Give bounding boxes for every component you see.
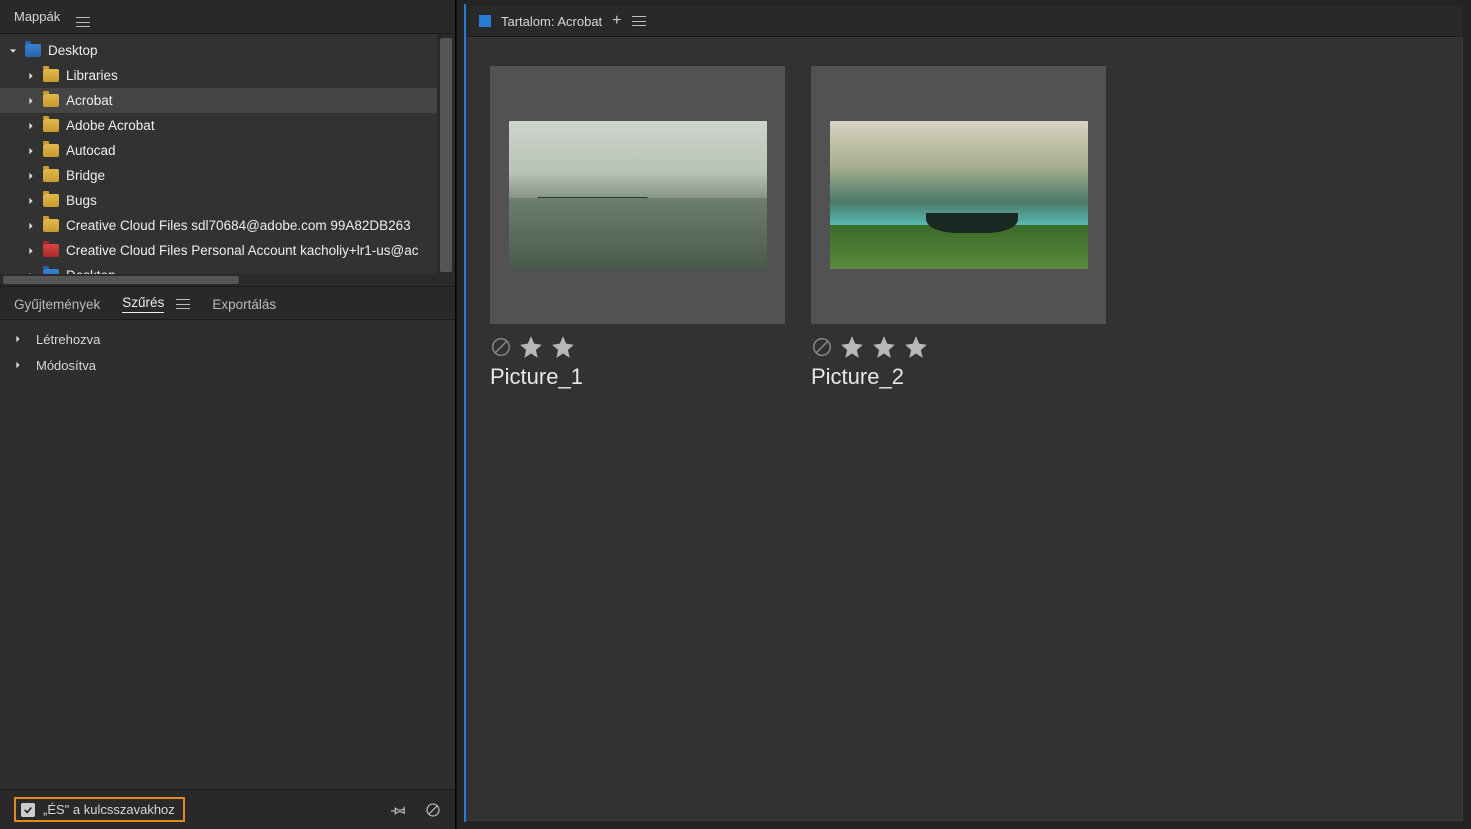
tree-label: Desktop — [48, 43, 98, 58]
reject-icon[interactable] — [811, 336, 833, 358]
filter-menu-icon[interactable] — [176, 299, 190, 309]
filter-panel: Létrehozva Módosítva — [0, 320, 455, 789]
rating-row[interactable] — [490, 334, 785, 360]
chevron-right-icon[interactable] — [26, 96, 36, 106]
chevron-right-icon[interactable] — [26, 121, 36, 131]
tree-row[interactable]: Creative Cloud Files Personal Account ka… — [0, 238, 455, 263]
thumbnail-card[interactable]: Picture_2 — [811, 66, 1106, 390]
thumbnail-caption[interactable]: Picture_1 — [490, 364, 785, 390]
reject-icon[interactable] — [490, 336, 512, 358]
tree-label: Creative Cloud Files Personal Account ka… — [66, 243, 419, 258]
checkbox-checked-icon[interactable] — [21, 803, 35, 817]
tree-row-selected[interactable]: Acrobat — [0, 88, 455, 113]
tree-label: Bridge — [66, 168, 105, 183]
pin-icon[interactable] — [391, 802, 407, 818]
content-panel-header: Tartalom: Acrobat + — [465, 6, 1463, 37]
tree-label: Libraries — [66, 68, 118, 83]
chevron-right-icon[interactable] — [26, 146, 36, 156]
content-grid[interactable]: Picture_1 Picture_2 — [465, 37, 1463, 821]
chevron-right-icon[interactable] — [26, 246, 36, 256]
tree-row[interactable]: Bridge — [0, 163, 455, 188]
tree-label: Autocad — [66, 143, 116, 158]
folder-icon — [43, 69, 59, 82]
thumbnail-caption[interactable]: Picture_2 — [811, 364, 1106, 390]
star-icon[interactable] — [903, 334, 929, 360]
filter-row-modified[interactable]: Módosítva — [8, 352, 447, 378]
tab-export[interactable]: Exportálás — [212, 297, 276, 312]
add-tab-icon[interactable]: + — [612, 12, 621, 30]
folder-icon — [43, 194, 59, 207]
folder-icon — [25, 44, 41, 57]
folders-panel-header: Mappák — [0, 0, 455, 34]
folder-icon — [43, 169, 59, 182]
tree-label: Creative Cloud Files sdl70684@adobe.com … — [66, 218, 411, 233]
tab-filter[interactable]: Szűrés — [122, 295, 164, 313]
cancel-icon[interactable] — [425, 802, 441, 818]
rating-row[interactable] — [811, 334, 1106, 360]
tree-row-desktop[interactable]: Desktop — [0, 38, 455, 63]
chevron-right-icon[interactable] — [26, 221, 36, 231]
star-icon[interactable] — [839, 334, 865, 360]
folder-icon — [43, 144, 59, 157]
tree-row[interactable]: Bugs — [0, 188, 455, 213]
filter-row-created[interactable]: Létrehozva — [8, 326, 447, 352]
tree-row[interactable]: Creative Cloud Files sdl70684@adobe.com … — [0, 213, 455, 238]
chevron-down-icon[interactable] — [8, 46, 18, 56]
chevron-right-icon[interactable] — [26, 171, 36, 181]
tree-label: Adobe Acrobat — [66, 118, 155, 133]
left-mid-tabs: Gyűjtemények Szűrés Exportálás — [0, 286, 455, 320]
folder-icon — [43, 219, 59, 232]
active-panel-indicator-icon — [479, 15, 491, 27]
and-keywords-label: „ÉS" a kulcsszavakhoz — [43, 802, 175, 817]
star-icon[interactable] — [871, 334, 897, 360]
tree-scrollbar-vertical[interactable] — [437, 34, 455, 286]
left-bottom-bar: „ÉS" a kulcsszavakhoz — [0, 789, 455, 829]
thumbnail-image[interactable] — [490, 66, 785, 324]
star-icon[interactable] — [518, 334, 544, 360]
tree-row[interactable]: Libraries — [0, 63, 455, 88]
folders-panel-title: Mappák — [14, 9, 60, 24]
thumbnail-image[interactable] — [811, 66, 1106, 324]
folder-icon — [43, 119, 59, 132]
folders-panel-menu-icon[interactable] — [76, 6, 90, 27]
folder-icon — [43, 244, 59, 257]
content-panel-title: Tartalom: Acrobat — [501, 14, 602, 29]
tree-label: Bugs — [66, 193, 97, 208]
tree-label: Acrobat — [66, 93, 113, 108]
filter-label: Létrehozva — [36, 332, 100, 347]
chevron-right-icon[interactable] — [26, 71, 36, 81]
tab-collections[interactable]: Gyűjtemények — [14, 297, 100, 312]
and-keywords-toggle[interactable]: „ÉS" a kulcsszavakhoz — [14, 797, 185, 822]
tree-row[interactable]: Adobe Acrobat — [0, 113, 455, 138]
folder-tree: Desktop Libraries Acrobat Adobe Acrobat — [0, 34, 455, 286]
filter-label: Módosítva — [36, 358, 96, 373]
tree-row[interactable]: Autocad — [0, 138, 455, 163]
star-icon[interactable] — [550, 334, 576, 360]
content-panel-menu-icon[interactable] — [632, 16, 646, 26]
folder-icon — [43, 94, 59, 107]
chevron-right-icon[interactable] — [26, 196, 36, 206]
thumbnail-card[interactable]: Picture_1 — [490, 66, 785, 390]
tree-scrollbar-horizontal[interactable] — [0, 274, 438, 286]
